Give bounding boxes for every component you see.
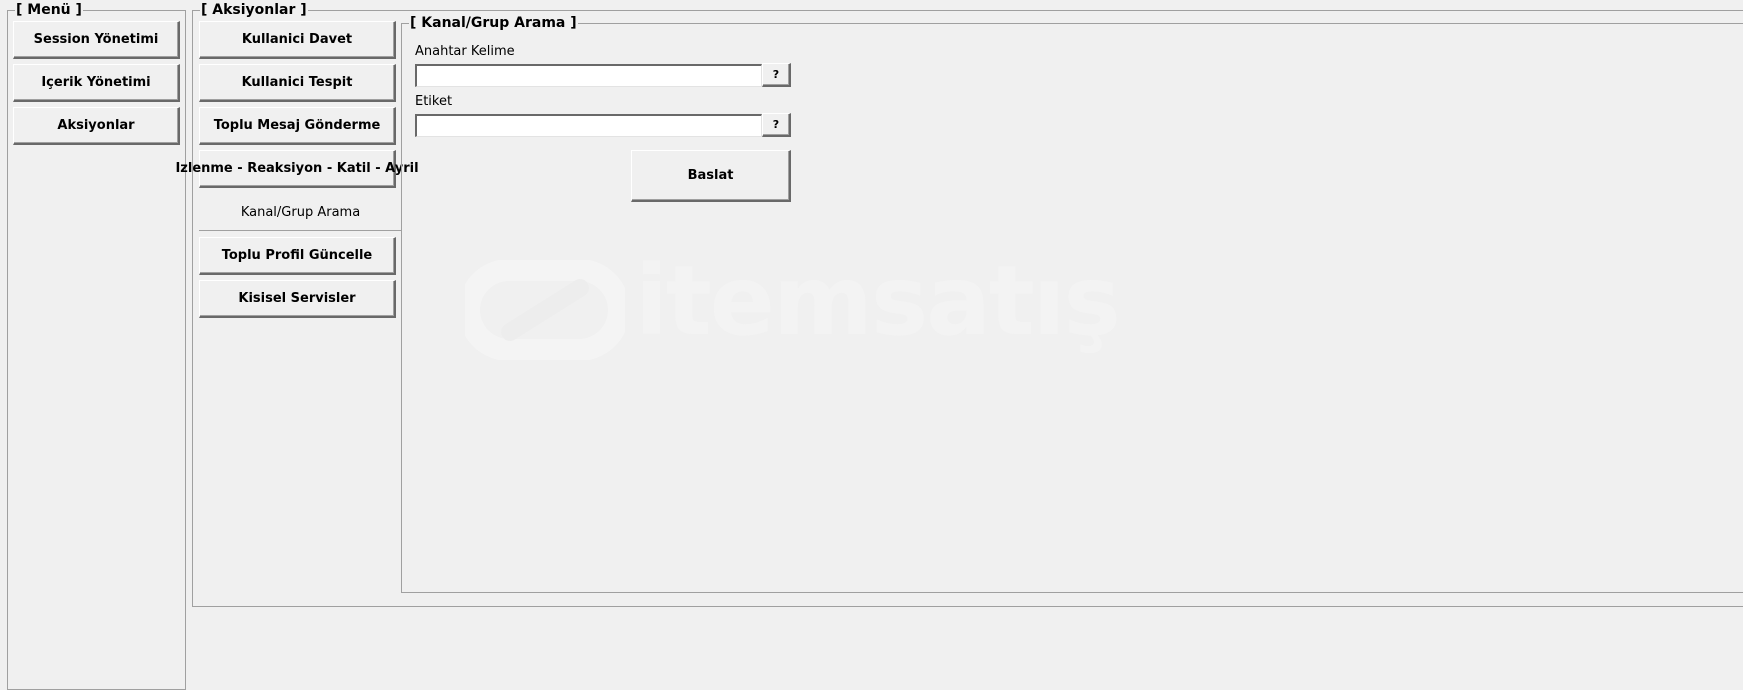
action-item-view-reaction-join-leave[interactable]: Izlenme - Reaksiyon - Katil - Ayril bbox=[175, 150, 419, 188]
action-item-bulk-message[interactable]: Toplu Mesaj Gönderme bbox=[199, 107, 396, 145]
action-item-channel-group-search[interactable]: Kanal/Grup Arama bbox=[199, 194, 402, 231]
keyword-help-button[interactable]: ? bbox=[762, 63, 791, 87]
action-item-personal-services[interactable]: Kisisel Servisler bbox=[199, 280, 396, 318]
keyword-input[interactable] bbox=[415, 64, 762, 87]
tag-input[interactable] bbox=[415, 114, 762, 137]
actions-group-title: [ Aksiyonlar ] bbox=[200, 2, 308, 18]
action-item-user-detect[interactable]: Kullanici Tespit bbox=[199, 64, 396, 102]
tag-label: Etiket bbox=[415, 94, 453, 109]
menu-item-actions[interactable]: Aksiyonlar bbox=[13, 107, 180, 145]
menu-item-content-management[interactable]: Içerik Yönetimi bbox=[13, 64, 180, 102]
action-item-bulk-profile-update[interactable]: Toplu Profil Güncelle bbox=[199, 237, 396, 275]
menu-item-session-management[interactable]: Session Yönetimi bbox=[13, 21, 180, 59]
action-item-user-invite[interactable]: Kullanici Davet bbox=[199, 21, 396, 59]
menu-group-title: [ Menü ] bbox=[15, 2, 83, 18]
tag-help-button[interactable]: ? bbox=[762, 113, 791, 137]
search-panel-title: [ Kanal/Grup Arama ] bbox=[409, 15, 578, 31]
search-panel: [ Kanal/Grup Arama ] bbox=[401, 15, 1743, 593]
start-button[interactable]: Baslat bbox=[631, 150, 791, 202]
keyword-label: Anahtar Kelime bbox=[415, 44, 515, 59]
